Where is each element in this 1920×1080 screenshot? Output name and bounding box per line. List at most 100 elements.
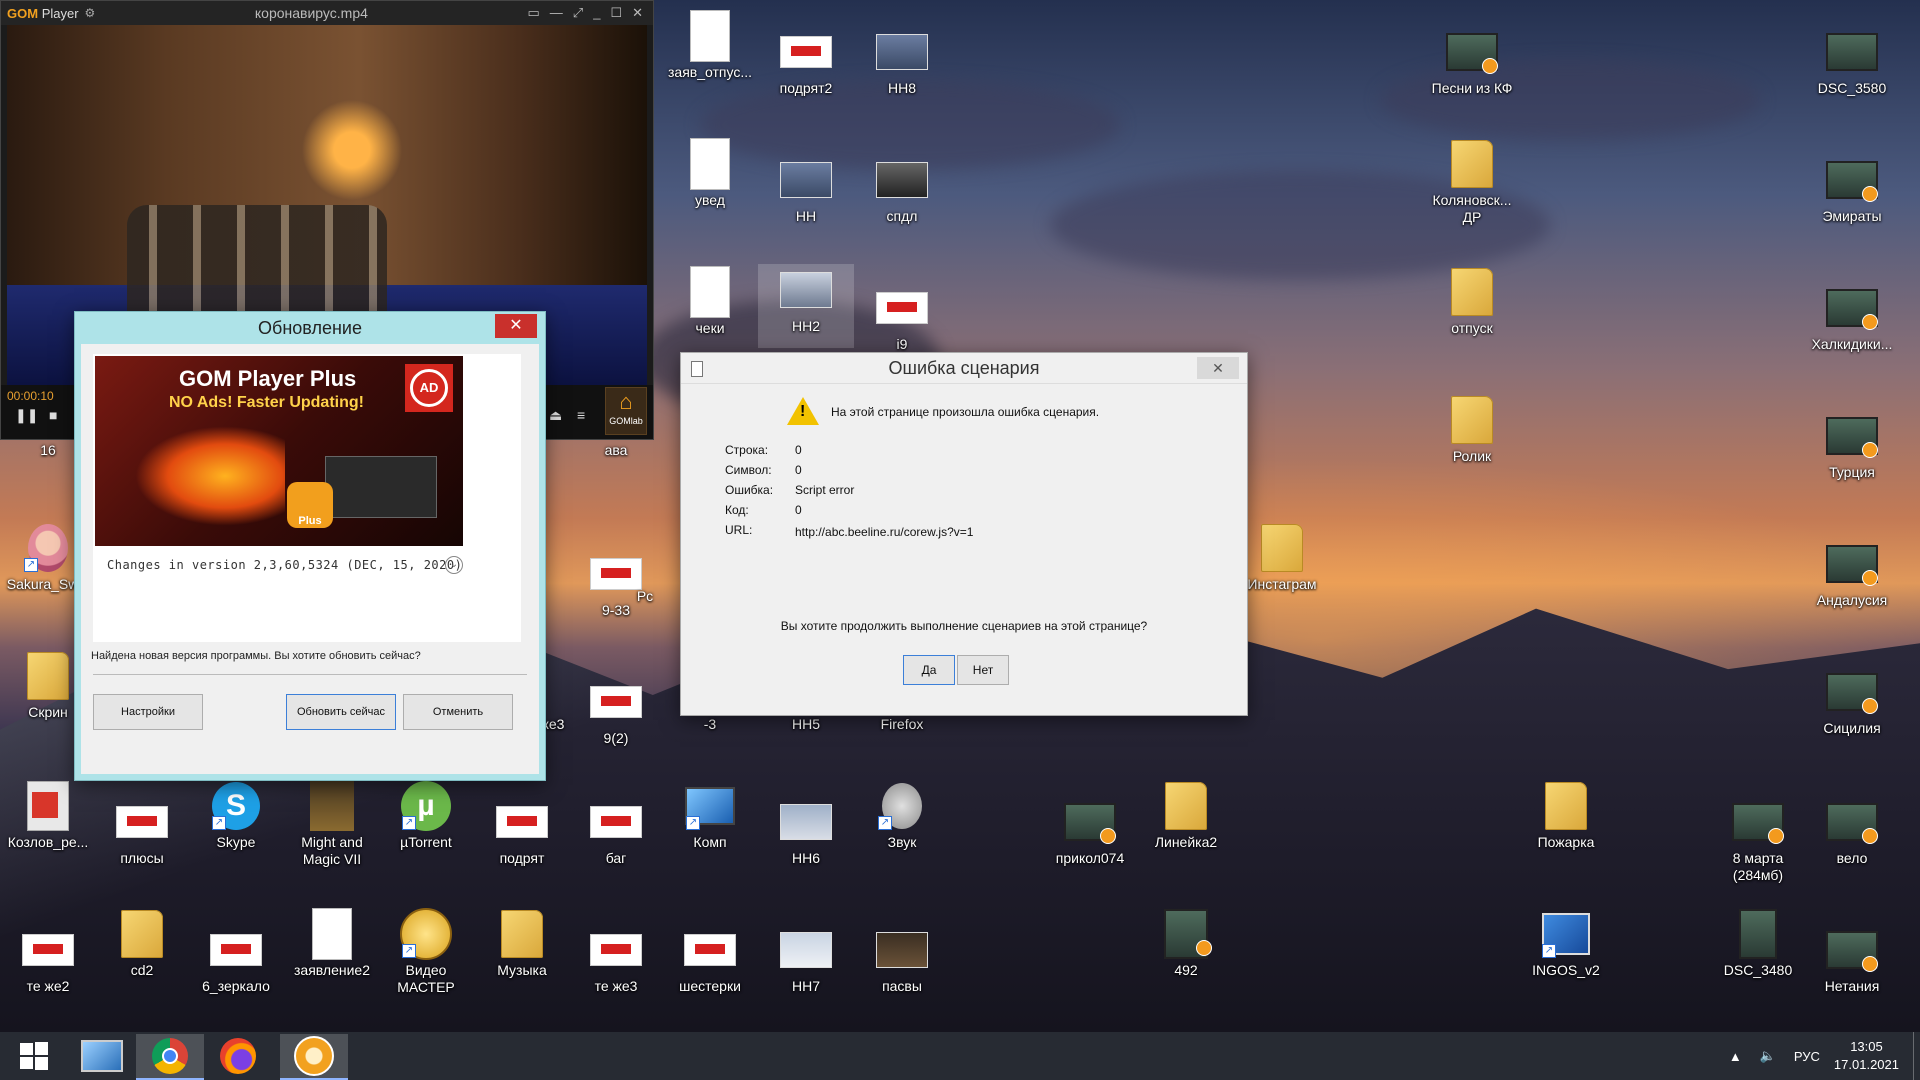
- chevron-down-icon[interactable]: ⌄: [445, 556, 463, 574]
- desktop-icon-komp[interactable]: ↗ Комп: [662, 780, 758, 851]
- desktop-icon-might-magic[interactable]: Might and Magic VII: [284, 780, 380, 868]
- show-desktop-button[interactable]: [1913, 1032, 1920, 1080]
- gom-plus-banner[interactable]: GOM Player Plus NO Ads! Faster Updating!…: [95, 356, 463, 546]
- desktop-icon-nn2[interactable]: НН2: [758, 264, 854, 348]
- gomlab-button[interactable]: ⌂ GOMlab: [605, 387, 647, 435]
- desktop-icon-zayavlenie2[interactable]: заявление2: [284, 908, 380, 979]
- desktop-icon-minus3[interactable]: -3: [662, 714, 758, 733]
- desktop-icon-turciya[interactable]: Турция: [1804, 410, 1900, 481]
- desktop-icon-firefox[interactable]: Firefox: [854, 714, 950, 733]
- close-button[interactable]: ✕: [1197, 357, 1239, 379]
- yes-button[interactable]: Да: [903, 655, 955, 685]
- desktop-icon-netaniya[interactable]: Нетания: [1804, 924, 1900, 995]
- desktop-icon-shesterki[interactable]: шестерки: [662, 924, 758, 995]
- desktop-icon-492[interactable]: 492: [1138, 908, 1234, 979]
- desktop-icon-sicilia[interactable]: Сицилия: [1804, 666, 1900, 737]
- close-button[interactable]: ✕: [632, 5, 643, 21]
- desktop-icon-muzyka[interactable]: Музыка: [474, 908, 570, 979]
- desktop-icon-dsc-3580[interactable]: DSC_3580: [1804, 26, 1900, 97]
- error-headline: На этой странице произошла ошибка сценар…: [831, 405, 1100, 419]
- desktop-icon-rolik[interactable]: Ролик: [1424, 394, 1520, 465]
- firefox-icon: [220, 1038, 256, 1074]
- desktop-icon-plyusy[interactable]: плюсы: [94, 796, 190, 867]
- desktop-icon-6-zerkalo[interactable]: 6_зеркало: [188, 924, 284, 995]
- pause-icon[interactable]: ❚❚: [15, 407, 38, 424]
- desktop-icon-pesni-kf[interactable]: Песни из КФ: [1424, 26, 1520, 97]
- gom-plus-logo-icon: Plus: [287, 482, 333, 528]
- desktop-icon-cd2[interactable]: cd2: [94, 908, 190, 979]
- menu-icon[interactable]: ▭: [528, 5, 540, 21]
- desktop-icon-prikol074[interactable]: прикол074: [1042, 796, 1138, 867]
- playlist-icon[interactable]: ≡: [577, 407, 585, 423]
- desktop-icon-uved[interactable]: увед: [662, 138, 758, 209]
- start-button[interactable]: [0, 1034, 68, 1078]
- error-titlebar[interactable]: Ошибка сценария ✕: [681, 353, 1247, 384]
- desktop-icon-pozharka[interactable]: Пожарка: [1518, 780, 1614, 851]
- taskbar-app-firefox[interactable]: [204, 1034, 272, 1078]
- desktop-icon-nn8[interactable]: НН8: [854, 26, 950, 97]
- minimize-icon[interactable]: —: [550, 5, 563, 21]
- taskbar-app-gom-player[interactable]: [280, 1034, 348, 1080]
- taskbar-app-chrome[interactable]: [136, 1034, 204, 1080]
- desktop-icon-ava[interactable]: ава: [568, 440, 664, 459]
- script-error-dialog[interactable]: Ошибка сценария ✕ ! На этой странице про…: [680, 352, 1248, 716]
- taskbar-app-computer[interactable]: [68, 1034, 136, 1078]
- desktop-icon-kozlov[interactable]: Козлов_ре...: [0, 780, 96, 851]
- desktop-icon-i9[interactable]: i9: [854, 282, 950, 353]
- chevron-up-icon[interactable]: ▲: [1729, 1049, 1742, 1064]
- desktop-icon-kolyanovsk[interactable]: Коляновск... ДР: [1424, 138, 1520, 226]
- gear-icon[interactable]: ⚙: [85, 6, 96, 20]
- clock[interactable]: 13:05 17.01.2021: [1834, 1038, 1899, 1074]
- game-icon: [310, 781, 354, 831]
- gom-titlebar[interactable]: GOM Player ⚙ коронавирус.mp4 ▭ — ⤢ _ ☐ ✕: [1, 1, 653, 25]
- desktop-icon-pasvy[interactable]: пасвы: [854, 924, 950, 995]
- row-value: 0: [795, 463, 802, 477]
- desktop-icon-instagram[interactable]: Инстаграм: [1234, 522, 1330, 593]
- cancel-button[interactable]: Отменить: [403, 694, 513, 730]
- desktop-icon-bag[interactable]: баг: [568, 796, 664, 867]
- eject-icon[interactable]: ⏏: [549, 407, 562, 424]
- desktop-icon-emiraty[interactable]: Эмираты: [1804, 154, 1900, 225]
- desktop-icon-zvuk[interactable]: ↗ Звук: [854, 780, 950, 851]
- desktop-icon-pc[interactable]: Pc: [630, 586, 660, 605]
- desktop-icon-nn7[interactable]: НН7: [758, 924, 854, 995]
- desktop-icon-skype[interactable]: S ↗ Skype: [188, 780, 284, 851]
- desktop-icon-video-master[interactable]: ↗ Видео МАСТЕР: [378, 908, 474, 996]
- update-now-button[interactable]: Обновить сейчас: [286, 694, 396, 730]
- desktop-icon-nn[interactable]: НН: [758, 154, 854, 225]
- update-dialog[interactable]: Обновление ✕ GOM Player Plus NO Ads! Fas…: [74, 311, 546, 781]
- update-titlebar[interactable]: Обновление ✕: [75, 312, 545, 344]
- desktop-icon-lineyka2[interactable]: Линейка2: [1138, 780, 1234, 851]
- vlc-icon: [1862, 314, 1878, 330]
- desktop-icon-te-zhe2[interactable]: те же2: [0, 924, 96, 995]
- minimize-button[interactable]: _: [593, 5, 600, 21]
- desktop-icon-nn6[interactable]: НН6: [758, 796, 854, 867]
- desktop-icon-cheki[interactable]: чеки: [662, 266, 758, 337]
- desktop-icon-halkidiki[interactable]: Халкидики...: [1804, 282, 1900, 353]
- desktop-icon-march8[interactable]: 8 марта (284мб): [1710, 796, 1806, 884]
- desktop-icon-zayav-otpusk[interactable]: заяв_отпус...: [662, 10, 758, 81]
- desktop-icon-ingos[interactable]: ↗ INGOS_v2: [1518, 908, 1614, 979]
- language-indicator[interactable]: РУС: [1794, 1049, 1820, 1064]
- volume-icon[interactable]: 🔈: [1760, 1048, 1776, 1064]
- settings-button[interactable]: Настройки: [93, 694, 203, 730]
- desktop-icon-dsc-3480[interactable]: DSC_3480: [1710, 908, 1806, 979]
- desktop-icon-spdl[interactable]: спдл: [854, 154, 950, 225]
- image-icon: [780, 272, 832, 308]
- desktop-icon-nn5[interactable]: НН5: [758, 714, 854, 733]
- fullscreen-icon[interactable]: ⤢: [573, 5, 583, 21]
- maximize-button[interactable]: ☐: [610, 5, 622, 21]
- desktop-icon-otpusk[interactable]: отпуск: [1424, 266, 1520, 337]
- desktop-icon-te-zhe3[interactable]: те же3: [568, 924, 664, 995]
- desktop-icon-velo[interactable]: вело: [1804, 796, 1900, 867]
- stop-icon[interactable]: ■: [49, 407, 57, 423]
- close-button[interactable]: ✕: [495, 314, 537, 338]
- desktop-icon-andalusia[interactable]: Андалусия: [1804, 538, 1900, 609]
- desktop-icon-podryat2[interactable]: подрят2: [758, 26, 854, 97]
- desktop-icon-9-2[interactable]: 9(2): [568, 676, 664, 747]
- desktop-icon-9-33[interactable]: 9-33: [568, 548, 664, 619]
- desktop-icon-podryat[interactable]: подрят: [474, 796, 570, 867]
- desktop-icon-utorrent[interactable]: µ ↗ µTorrent: [378, 780, 474, 851]
- vlc-icon: [1862, 698, 1878, 714]
- no-button[interactable]: Нет: [957, 655, 1009, 685]
